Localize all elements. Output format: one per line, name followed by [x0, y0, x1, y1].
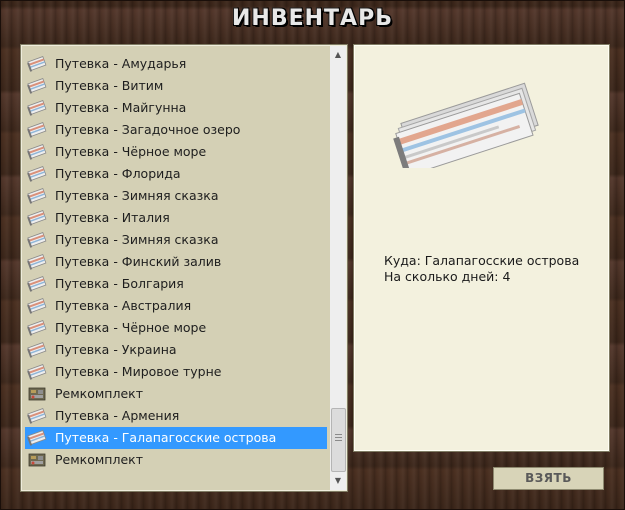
list-item-label: Путевка - Амударья — [55, 56, 187, 71]
grip-line — [335, 434, 342, 435]
inventory-list-panel: Путевка - Амударья Путевка - Витим Путевка… — [20, 44, 348, 492]
scroll-up-arrow-icon[interactable]: ▲ — [330, 48, 346, 62]
ticket-icon — [27, 55, 47, 73]
list-item-label: Путевка - Болгария — [55, 276, 184, 291]
inventory-list: Путевка - Амударья Путевка - Витим Путевка… — [25, 53, 327, 471]
list-item[interactable]: Путевка - Болгария — [25, 273, 327, 295]
ticket-icon — [27, 363, 47, 381]
list-item-label: Путевка - Загадочное озеро — [55, 122, 241, 137]
ticket-icon — [27, 341, 47, 359]
ticket-icon — [27, 165, 47, 183]
list-item-label: Путевка - Италия — [55, 210, 170, 225]
ticket-icon — [27, 407, 47, 425]
item-detail-panel: Куда: Галапагосские острова На сколько д… — [353, 44, 610, 452]
list-item[interactable]: Путевка - Майгунна — [25, 97, 327, 119]
repair-kit-icon — [27, 451, 47, 469]
list-item-selected[interactable]: Путевка - Галапагосские острова — [25, 427, 327, 449]
list-item-label: Путевка - Чёрное море — [55, 144, 207, 159]
list-item-label: Ремкомплект — [55, 386, 143, 401]
list-item-label: Путевка - Австралия — [55, 298, 192, 313]
item-description: Куда: Галапагосские острова На сколько д… — [384, 253, 584, 285]
ticket-icon — [27, 275, 47, 293]
list-item[interactable]: Путевка - Зимняя сказка — [25, 229, 327, 251]
scroll-down-arrow-icon[interactable]: ▼ — [330, 474, 346, 488]
ticket-icon — [27, 77, 47, 95]
ticket-icon — [27, 297, 47, 315]
ticket-icon — [27, 319, 47, 337]
list-item[interactable]: Путевка - Армения — [25, 405, 327, 427]
ticket-icon — [27, 99, 47, 117]
list-item[interactable]: Путевка - Мировое турне — [25, 361, 327, 383]
list-item[interactable]: Путевка - Чёрное море — [25, 141, 327, 163]
list-item-label: Путевка - Зимняя сказка — [55, 232, 219, 247]
list-item[interactable]: Путевка - Австралия — [25, 295, 327, 317]
list-item-label: Ремкомплект — [55, 452, 143, 467]
days-line: На сколько дней: 4 — [384, 269, 511, 284]
destination-line: Куда: Галапагосские острова — [384, 253, 580, 268]
list-item[interactable]: Путевка - Чёрное море — [25, 317, 327, 339]
ticket-icon — [27, 121, 47, 139]
ticket-bundle-icon — [393, 82, 539, 168]
list-item-label: Путевка - Галапагосские острова — [55, 430, 277, 445]
list-item[interactable]: Путевка - Витим — [25, 75, 327, 97]
grip-line — [335, 437, 342, 438]
ticket-icon — [27, 209, 47, 227]
list-item[interactable]: Путевка - Амударья — [25, 53, 327, 75]
list-item-label: Путевка - Зимняя сказка — [55, 188, 219, 203]
list-item-label: Путевка - Майгунна — [55, 100, 187, 115]
list-item[interactable]: Путевка - Украина — [25, 339, 327, 361]
ticket-icon — [27, 231, 47, 249]
scrollbar-thumb[interactable] — [331, 408, 346, 472]
list-item-label: Путевка - Финский залив — [55, 254, 222, 269]
ticket-icon — [27, 187, 47, 205]
list-item[interactable]: Путевка - Зимняя сказка — [25, 185, 327, 207]
list-item-label: Путевка - Флорида — [55, 166, 181, 181]
list-item-label: Путевка - Украина — [55, 342, 177, 357]
take-button[interactable]: ВЗЯТЬ — [493, 467, 604, 490]
list-item[interactable]: Ремкомплект — [25, 449, 327, 471]
ticket-icon — [27, 253, 47, 271]
grip-line — [335, 440, 342, 441]
list-item[interactable]: Путевка - Загадочное озеро — [25, 119, 327, 141]
list-scrollbar[interactable]: ▲ ▼ — [330, 46, 346, 490]
repair-kit-icon — [27, 385, 47, 403]
list-item-label: Путевка - Мировое турне — [55, 364, 222, 379]
list-item-label: Путевка - Витим — [55, 78, 164, 93]
list-item[interactable]: Ремкомплект — [25, 383, 327, 405]
ticket-icon — [27, 143, 47, 161]
list-item[interactable]: Путевка - Флорида — [25, 163, 327, 185]
list-item[interactable]: Путевка - Финский залив — [25, 251, 327, 273]
ticket-icon — [27, 429, 47, 447]
window-title: ИНВЕНТАРЬ — [232, 6, 393, 31]
list-item[interactable]: Путевка - Италия — [25, 207, 327, 229]
list-item-label: Путевка - Чёрное море — [55, 320, 207, 335]
list-item-label: Путевка - Армения — [55, 408, 180, 423]
